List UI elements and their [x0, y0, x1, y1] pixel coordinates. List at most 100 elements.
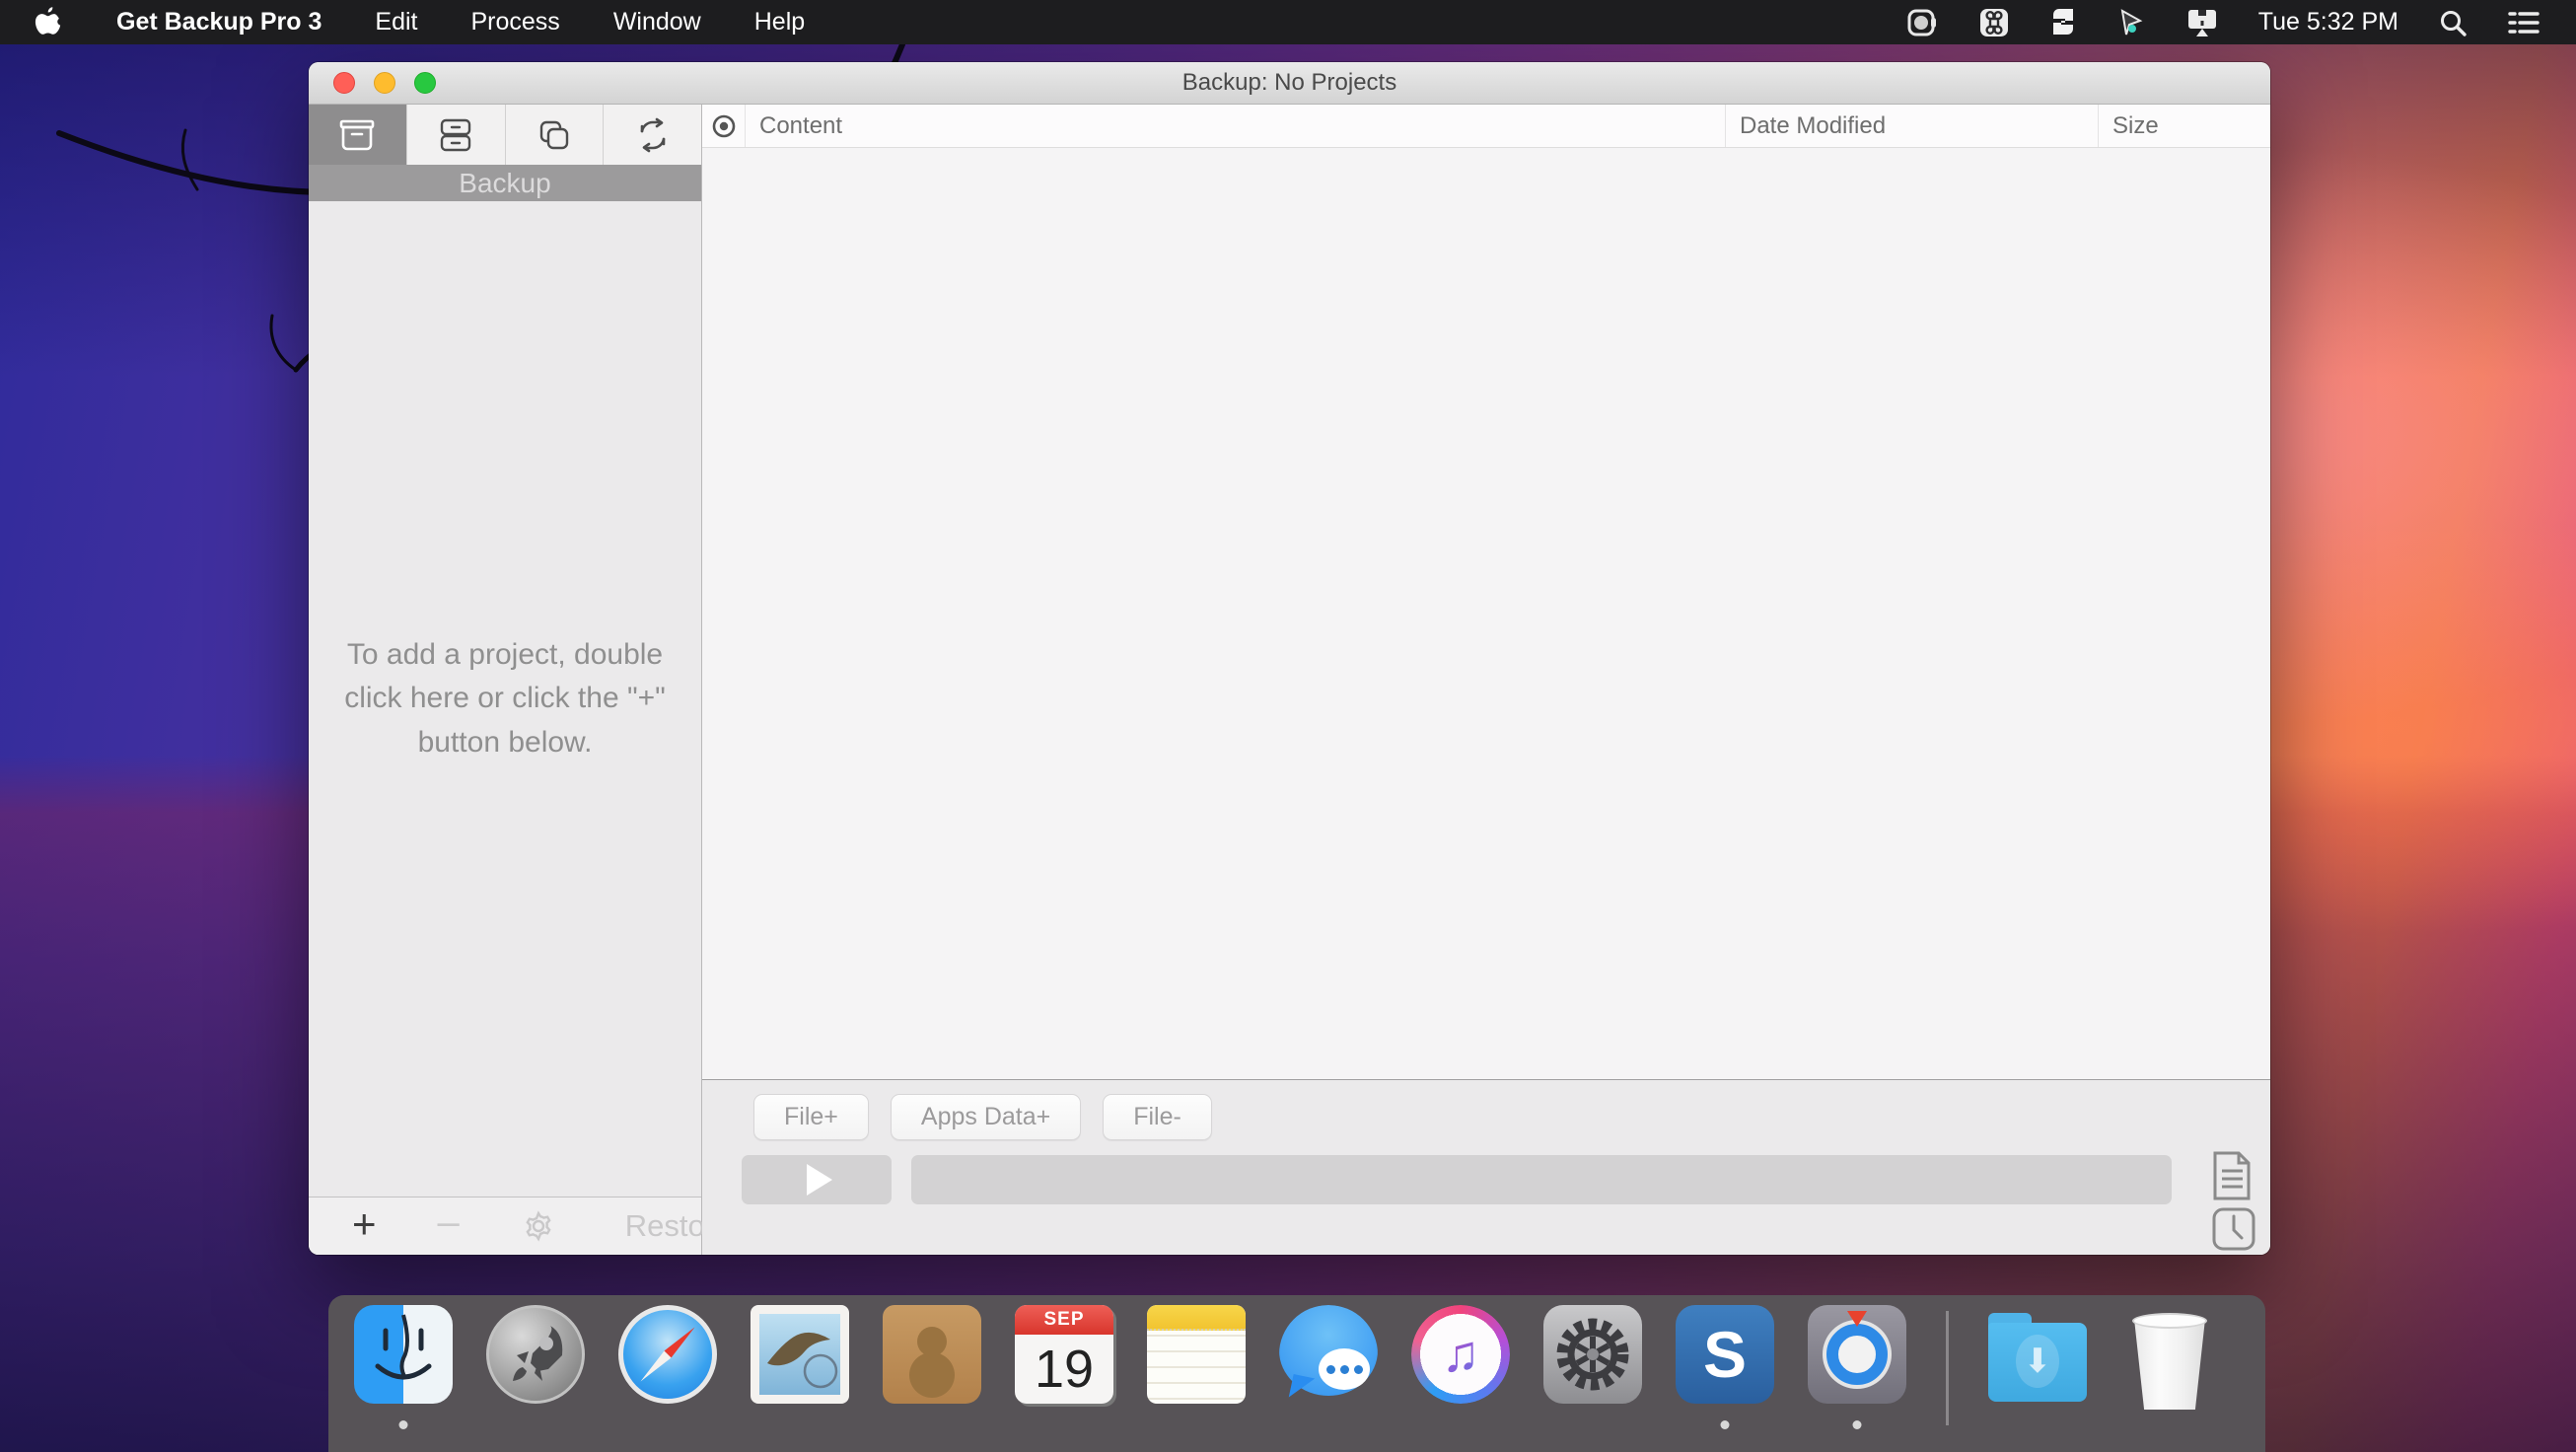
size-column-header[interactable]: Size — [2099, 105, 2270, 147]
finder-face — [354, 1305, 453, 1404]
get-backup-pro-window: Backup: No Projects — [309, 62, 2270, 1255]
apple-menu-icon[interactable] — [34, 6, 63, 39]
window-title: Backup: No Projects — [1182, 69, 1396, 97]
dock-messages-icon[interactable] — [1279, 1305, 1378, 1435]
safe-dial-marker — [1847, 1311, 1867, 1327]
dock-system-preferences-icon[interactable] — [1543, 1305, 1642, 1435]
mail-stamp — [751, 1305, 849, 1404]
file-buttons-row: File+ Apps Data+ File- — [753, 1094, 1212, 1140]
dock-finder-icon[interactable] — [354, 1305, 453, 1435]
trash-can — [2120, 1311, 2219, 1410]
music-note-icon: ♫ — [1417, 1311, 1504, 1398]
traffic-lights — [333, 62, 436, 104]
safari-compass — [618, 1305, 717, 1404]
progress-bar — [911, 1155, 2172, 1204]
person-silhouette — [917, 1327, 947, 1356]
zoom-button[interactable] — [414, 72, 436, 94]
itunes-disc: ♫ — [1411, 1305, 1510, 1404]
launchpad-rocket — [486, 1305, 585, 1404]
add-project-button[interactable]: + — [352, 1203, 377, 1245]
compass-needle — [637, 1324, 698, 1385]
mode-tab-bar — [309, 105, 701, 165]
notes-yellow-band — [1147, 1305, 1246, 1331]
sync-arrows-icon — [634, 117, 672, 153]
sidebar-toolbar: + – Restore — [309, 1197, 701, 1255]
run-backup-button[interactable] — [742, 1155, 892, 1204]
dock-snagit-icon[interactable]: S — [1676, 1305, 1774, 1435]
sidebar: Backup To add a project, double click he… — [309, 105, 702, 1255]
dock-contacts-icon[interactable] — [883, 1305, 981, 1435]
dock-get-backup-pro-icon[interactable] — [1808, 1305, 1906, 1435]
downloads-folder: ⬇ — [1988, 1313, 2087, 1412]
tab-archive[interactable] — [407, 105, 506, 165]
calendar-month: SEP — [1015, 1305, 1113, 1335]
run-row — [742, 1155, 2172, 1204]
snagit-letter: S — [1676, 1305, 1774, 1404]
dock-safari-icon[interactable] — [618, 1305, 717, 1435]
log-button[interactable] — [2207, 1149, 2256, 1202]
play-icon — [807, 1164, 832, 1196]
tab-backup[interactable] — [309, 105, 407, 165]
project-settings-button[interactable] — [521, 1208, 556, 1244]
dock-mail-icon[interactable] — [751, 1305, 849, 1435]
dock-calendar-icon[interactable]: SEP 19 — [1015, 1305, 1113, 1435]
apps-data-add-button[interactable]: Apps Data+ — [891, 1094, 1081, 1140]
menu-bar: Get Backup Pro 3 Edit Process Window Hel… — [0, 0, 2576, 44]
shutter-s-status-icon[interactable] — [2049, 7, 2077, 38]
dock-itunes-icon[interactable]: ♫ — [1411, 1305, 1510, 1435]
archive-drawers-icon — [438, 117, 473, 153]
dock-separator — [1946, 1311, 1949, 1425]
running-indicator — [1853, 1420, 1862, 1429]
scheduler-button[interactable] — [2211, 1206, 2256, 1252]
title-bar[interactable]: Backup: No Projects — [309, 62, 2270, 105]
menu-window[interactable]: Window — [613, 8, 701, 36]
tab-sync[interactable] — [604, 105, 701, 165]
running-indicator — [399, 1420, 408, 1429]
tab-clone[interactable] — [506, 105, 605, 165]
main-pane: Content Date Modified Size File+ Apps Da… — [702, 105, 2270, 1255]
file-table-header: Content Date Modified Size — [702, 105, 2270, 148]
safe-dial — [1826, 1324, 1888, 1385]
minimize-button[interactable] — [374, 72, 395, 94]
menu-edit[interactable]: Edit — [375, 8, 417, 36]
dock-launchpad-icon[interactable] — [486, 1305, 585, 1435]
dock-trash-icon[interactable] — [2120, 1305, 2219, 1435]
download-arrow-icon: ⬇ — [2024, 1342, 2052, 1381]
file-add-button[interactable]: File+ — [753, 1094, 869, 1140]
bottom-panel: File+ Apps Data+ File- — [702, 1080, 2270, 1255]
content-column-header[interactable]: Content — [746, 105, 1726, 147]
app-menu-title[interactable]: Get Backup Pro 3 — [116, 8, 322, 36]
calendar-day: 19 — [1015, 1335, 1113, 1404]
get-backup-safe — [1808, 1305, 1906, 1404]
remove-project-button[interactable]: – — [438, 1202, 460, 1242]
target-column-header[interactable] — [702, 105, 746, 147]
backup-box-icon — [338, 117, 376, 153]
running-indicator — [1721, 1420, 1730, 1429]
spotlight-search-icon[interactable] — [2438, 8, 2468, 37]
file-table-body[interactable] — [702, 148, 2270, 1080]
dock-downloads-icon[interactable]: ⬇ — [1988, 1305, 2087, 1435]
file-remove-button[interactable]: File- — [1103, 1094, 1212, 1140]
clone-copies-icon — [537, 117, 572, 153]
notes-pad — [1147, 1305, 1246, 1404]
dock-notes-icon[interactable] — [1147, 1305, 1246, 1435]
dock: SEP 19 ♫ — [328, 1295, 2265, 1452]
date-modified-column-header[interactable]: Date Modified — [1726, 105, 2099, 147]
project-section-header: Backup — [309, 165, 701, 201]
screenshot-status-icon[interactable] — [1905, 6, 1939, 39]
desktop: Get Backup Pro 3 Edit Process Window Hel… — [0, 0, 2576, 1452]
menu-process[interactable]: Process — [471, 8, 560, 36]
menu-bar-clock[interactable]: Tue 5:32 PM — [2258, 8, 2398, 36]
system-preferences-gears — [1543, 1305, 1642, 1404]
empty-project-message: To add a project, double click here or c… — [328, 633, 681, 764]
display-status-icon[interactable] — [2185, 7, 2219, 38]
contacts-book — [883, 1305, 981, 1404]
capture-cursor-status-icon[interactable] — [2116, 7, 2146, 38]
calendar-page: SEP 19 — [1015, 1305, 1113, 1404]
notification-center-icon[interactable] — [2507, 9, 2540, 36]
command-key-status-icon[interactable] — [1978, 7, 2010, 38]
menu-help[interactable]: Help — [754, 8, 805, 36]
messages-bubbles — [1279, 1305, 1378, 1404]
project-list-empty-area[interactable]: To add a project, double click here or c… — [309, 201, 701, 1197]
close-button[interactable] — [333, 72, 355, 94]
